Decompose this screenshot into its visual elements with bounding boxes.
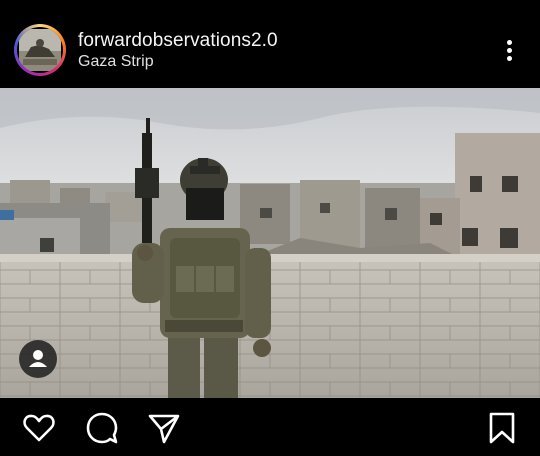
post-photo[interactable] (0, 88, 540, 398)
user-tag-icon[interactable] (19, 340, 57, 378)
comment-icon[interactable] (84, 410, 120, 446)
bookmark-icon[interactable] (484, 410, 520, 446)
paper-plane-icon[interactable] (146, 410, 182, 446)
location[interactable]: Gaza Strip (78, 53, 154, 71)
instagram-post: forwardobservations2.0 Gaza Strip (0, 0, 540, 456)
heart-icon[interactable] (21, 410, 57, 446)
avatar[interactable] (14, 24, 66, 76)
post-actions (0, 398, 540, 456)
avatar-image (17, 27, 63, 73)
post-header: forwardobservations2.0 Gaza Strip (0, 0, 540, 88)
more-options-icon[interactable] (498, 36, 522, 64)
username[interactable]: forwardobservations2.0 (78, 30, 278, 52)
